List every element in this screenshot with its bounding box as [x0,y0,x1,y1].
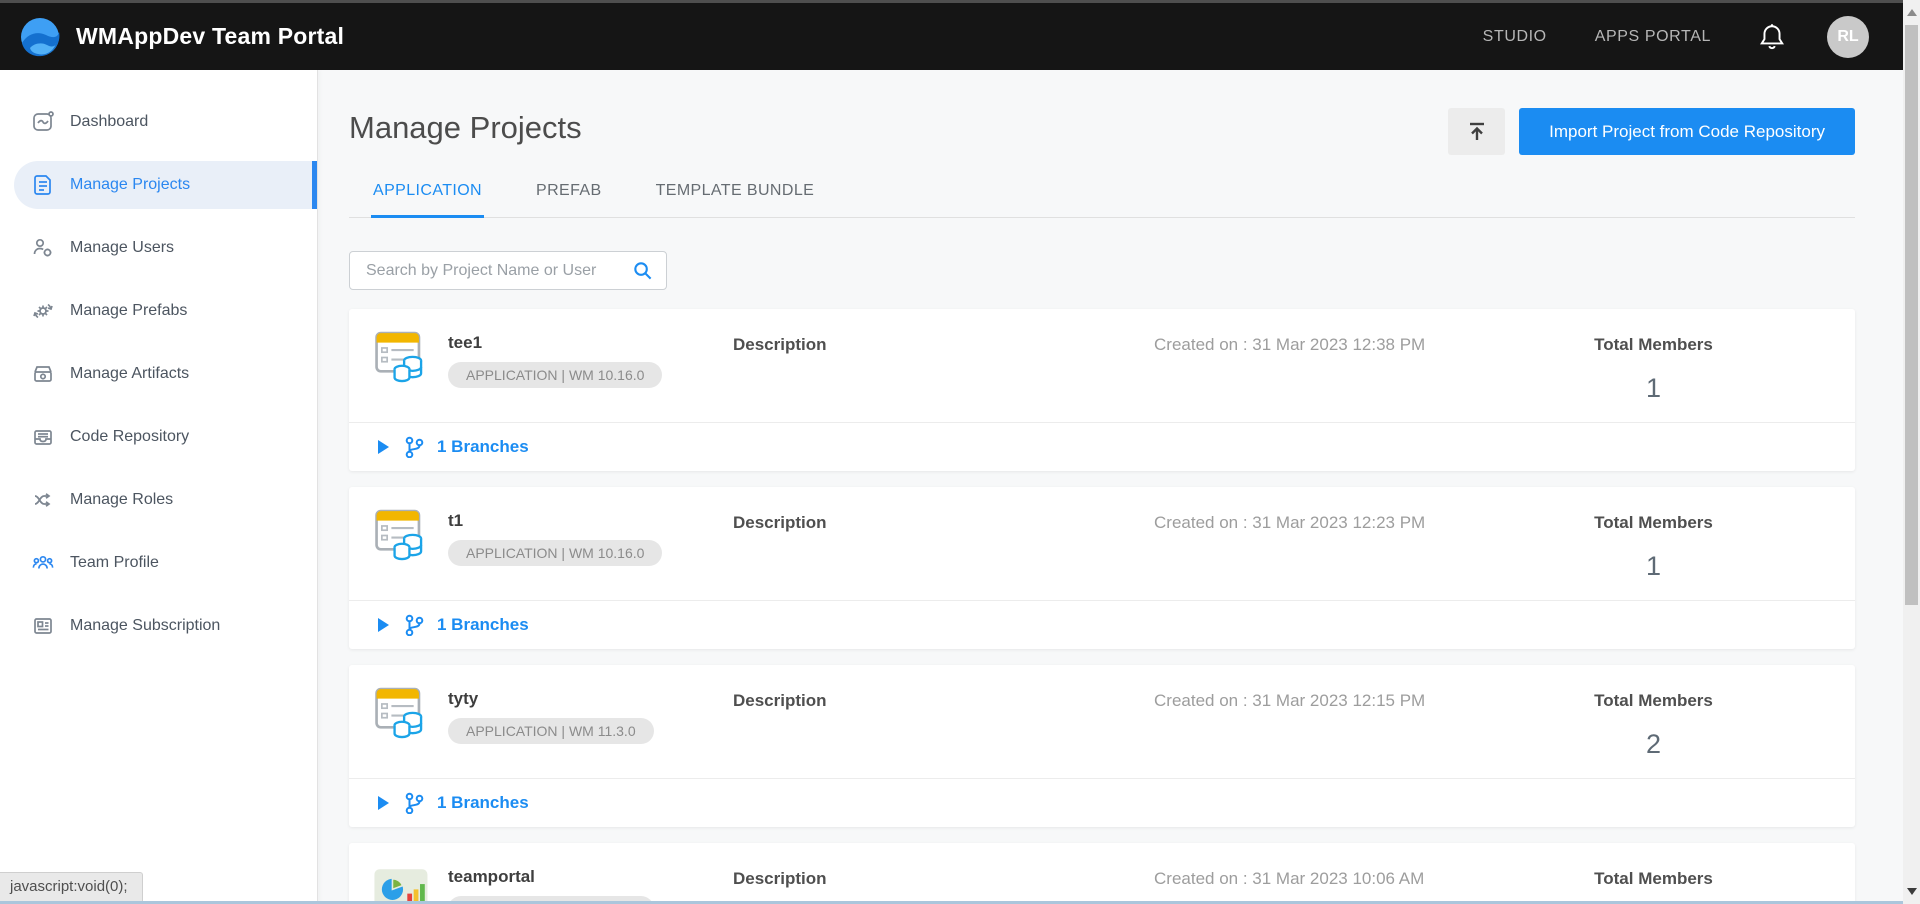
project-type-badge: APPLICATION | WM 10.16.0 [448,540,662,566]
git-branch-icon [404,436,424,458]
repository-tray-icon [32,426,54,448]
sidebar-item-manage-users[interactable]: Manage Users [14,224,317,272]
branches-toggle[interactable]: 1 Branches [349,422,1855,471]
total-members-count: 1 [1544,373,1763,404]
team-people-icon [32,552,54,574]
scrollbar-up-arrow[interactable] [1903,4,1920,21]
project-card: teamportal APPLICATION | WM 11.3.0 Descr… [349,843,1855,904]
git-branch-icon [404,614,424,636]
user-avatar[interactable]: RL [1827,16,1869,58]
nav-apps-portal[interactable]: APPS PORTAL [1595,28,1711,46]
main-content: Manage Projects Import Project from Code… [318,70,1903,904]
project-list: tee1 APPLICATION | WM 10.16.0 Descriptio… [349,309,1855,904]
project-name[interactable]: tyty [448,687,654,709]
application-project-icon [373,687,431,740]
search-icon[interactable] [632,260,653,281]
application-project-icon [373,509,431,562]
project-type-tabs: APPLICATION PREFAB TEMPLATE BUNDLE [349,172,1855,218]
total-members-label: Total Members [1544,509,1763,533]
scrollbar-down-arrow[interactable] [1903,883,1920,900]
sidebar: Dashboard Manage Projects [0,70,318,904]
tab-prefab[interactable]: PREFAB [534,172,604,217]
scrollbar[interactable] [1903,0,1920,904]
sidebar-item-label: Team Profile [70,554,159,572]
dashboard-icon [32,111,54,133]
branches-toggle[interactable]: 1 Branches [349,778,1855,827]
project-name[interactable]: tee1 [448,331,662,353]
sidebar-item-team-profile[interactable]: Team Profile [14,539,317,587]
sidebar-item-manage-projects[interactable]: Manage Projects [14,161,317,209]
roles-shuffle-icon [32,489,54,511]
nav-studio[interactable]: STUDIO [1483,28,1547,46]
artifacts-box-icon [32,363,54,385]
total-members-label: Total Members [1544,687,1763,711]
sidebar-item-label: Manage Users [70,239,174,257]
scrollbar-thumb[interactable] [1905,25,1918,605]
expand-arrow-icon [378,440,389,454]
description-label: Description [733,509,1154,533]
branches-toggle[interactable]: 1 Branches [349,600,1855,649]
branches-label: 1 Branches [437,615,529,635]
total-members-count: 2 [1544,729,1763,760]
import-project-button[interactable]: Import Project from Code Repository [1519,108,1855,155]
subscription-card-icon [32,615,54,637]
total-members-count: 1 [1544,551,1763,582]
sidebar-item-label: Dashboard [70,113,148,131]
sidebar-item-label: Manage Roles [70,491,173,509]
created-on: Created on : 31 Mar 2023 12:23 PM [1154,509,1544,582]
app-title: WMAppDev Team Portal [76,23,344,50]
sidebar-item-manage-subscription[interactable]: Manage Subscription [14,602,317,650]
project-card: t1 APPLICATION | WM 10.16.0 Description … [349,487,1855,649]
git-branch-icon [404,792,424,814]
project-name[interactable]: t1 [448,509,662,531]
tab-application[interactable]: APPLICATION [371,172,484,218]
project-card: tyty APPLICATION | WM 11.3.0 Description… [349,665,1855,827]
sidebar-item-code-repository[interactable]: Code Repository [14,413,317,461]
users-gear-icon [32,237,54,259]
project-type-badge: APPLICATION | WM 10.16.0 [448,362,662,388]
browser-status-tooltip: javascript:void(0); [0,872,143,901]
application-project-icon [373,331,431,384]
sidebar-item-label: Manage Projects [70,176,190,194]
description-label: Description [733,865,1154,889]
project-type-badge: APPLICATION | WM 11.3.0 [448,718,654,744]
expand-arrow-icon [378,796,389,810]
sidebar-item-label: Manage Artifacts [70,365,189,383]
sidebar-item-manage-artifacts[interactable]: Manage Artifacts [14,350,317,398]
project-card: tee1 APPLICATION | WM 10.16.0 Descriptio… [349,309,1855,471]
projects-file-icon [32,174,54,196]
project-name[interactable]: teamportal [448,865,654,887]
branches-label: 1 Branches [437,437,529,457]
sidebar-item-label: Manage Subscription [70,617,220,635]
created-on: Created on : 31 Mar 2023 12:15 PM [1154,687,1544,760]
description-label: Description [733,687,1154,711]
upload-project-button[interactable] [1448,108,1505,155]
sidebar-item-manage-roles[interactable]: Manage Roles [14,476,317,524]
notifications-bell-icon[interactable] [1759,23,1785,51]
branches-label: 1 Branches [437,793,529,813]
sidebar-item-label: Manage Prefabs [70,302,187,320]
sidebar-item-manage-prefabs[interactable]: Manage Prefabs [14,287,317,335]
description-label: Description [733,331,1154,355]
created-on: Created on : 31 Mar 2023 10:06 AM [1154,865,1544,904]
expand-arrow-icon [378,618,389,632]
sidebar-item-dashboard[interactable]: Dashboard [14,98,317,146]
tab-template-bundle[interactable]: TEMPLATE BUNDLE [654,172,817,217]
search-input[interactable] [349,251,667,290]
upload-icon [1465,120,1489,144]
sidebar-item-label: Code Repository [70,428,189,446]
teamportal-chart-icon [373,865,431,904]
created-on: Created on : 31 Mar 2023 12:38 PM [1154,331,1544,404]
brand[interactable]: WMAppDev Team Portal [18,15,344,59]
app-window: WMAppDev Team Portal STUDIO APPS PORTAL … [0,0,1920,904]
total-members-label: Total Members [1544,331,1763,355]
total-members-label: Total Members [1544,865,1763,889]
wavemaker-logo-icon [18,15,62,59]
prefabs-gear-sync-icon [32,300,54,322]
top-header: WMAppDev Team Portal STUDIO APPS PORTAL … [0,0,1903,70]
